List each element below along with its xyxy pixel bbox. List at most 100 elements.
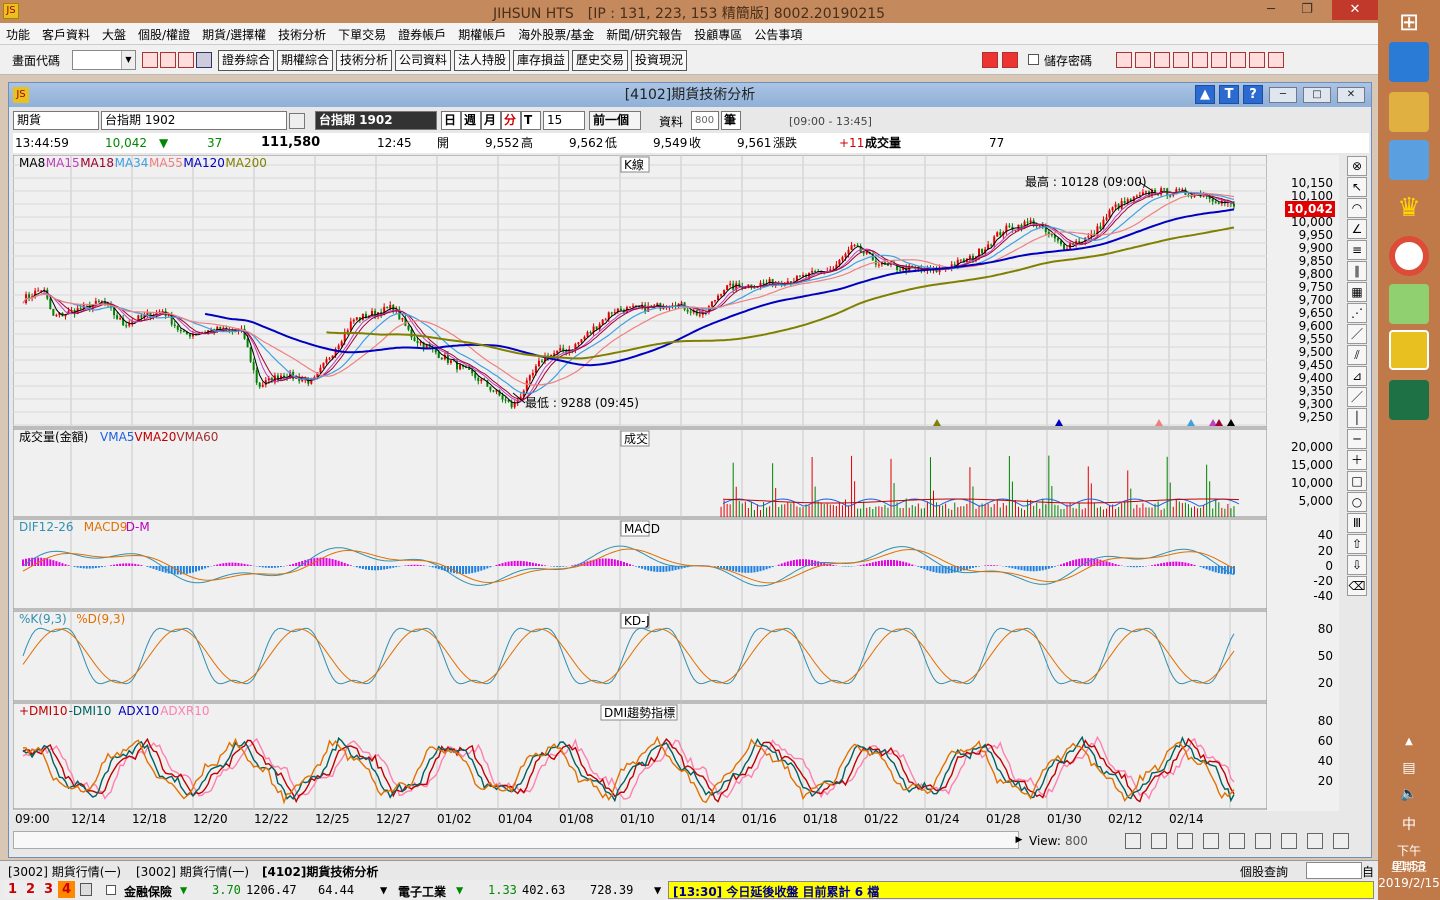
scroll-right-icon[interactable]: ▶	[1013, 831, 1025, 849]
minimize-button[interactable]: ─	[1256, 0, 1286, 20]
folder-icon[interactable]	[160, 52, 176, 68]
menu-item-9[interactable]: 海外股票/基金	[512, 23, 600, 46]
tab-quote-1[interactable]: [3002] 期貨行情(一)	[8, 863, 121, 880]
footer-tool-icon-8[interactable]	[1333, 833, 1349, 849]
interval-select[interactable]: 15	[543, 111, 585, 130]
menu-item-7[interactable]: 證券帳戶	[392, 23, 452, 46]
draw-tool-icon-8[interactable]: ／	[1347, 324, 1367, 344]
draw-tool-icon-20[interactable]: ⌫	[1347, 576, 1367, 596]
menu-item-10[interactable]: 新聞/研究報告	[600, 23, 688, 46]
draw-tool-icon-3[interactable]: ∠	[1347, 219, 1367, 239]
menu-item-0[interactable]: 功能	[0, 23, 36, 46]
menu-item-5[interactable]: 技術分析	[272, 23, 332, 46]
chart-close-button[interactable]: ✕	[1337, 87, 1365, 103]
text-button[interactable]: T	[1219, 85, 1239, 104]
draw-tool-icon-15[interactable]: □	[1347, 471, 1367, 491]
menu-item-6[interactable]: 下單交易	[332, 23, 392, 46]
draw-tool-icon-12[interactable]: │	[1347, 408, 1367, 428]
start-icon[interactable]: ⊞	[1389, 2, 1429, 42]
draw-tool-icon-19[interactable]: ⇩	[1347, 555, 1367, 575]
toolbar-button-3[interactable]: 公司資料	[395, 50, 452, 71]
explorer-icon[interactable]	[1389, 92, 1429, 132]
tool-icon-8[interactable]	[1268, 52, 1284, 68]
footer-tool-icon-3[interactable]	[1203, 833, 1219, 849]
draw-tool-icon-4[interactable]: ≡	[1347, 240, 1367, 260]
ime-indicator[interactable]: 中	[1378, 814, 1440, 834]
period-button-1[interactable]: 週	[461, 111, 481, 130]
paint-icon[interactable]	[1389, 140, 1429, 180]
chrome-icon[interactable]	[1389, 236, 1429, 276]
search-icon[interactable]	[142, 52, 158, 68]
toolbar-button-5[interactable]: 庫存損益	[513, 50, 570, 71]
horizontal-scrollbar[interactable]	[13, 831, 1019, 849]
chevron-down-icon[interactable]: ▼	[121, 51, 135, 69]
draw-tool-icon-11[interactable]: ／	[1347, 387, 1367, 407]
toolbar-button-0[interactable]: 證券綜合	[218, 50, 275, 71]
help-button[interactable]: ?	[1243, 85, 1263, 104]
screen-code-combo[interactable]: ▼	[72, 50, 136, 70]
restore-button[interactable]: ❐	[1292, 0, 1322, 20]
stock-query-input[interactable]	[1306, 862, 1362, 879]
status-checkbox[interactable]	[106, 885, 116, 895]
footer-tool-icon-7[interactable]	[1307, 833, 1323, 849]
draw-tool-icon-13[interactable]: ─	[1347, 429, 1367, 449]
arrow-up-button[interactable]: ▲	[1195, 85, 1215, 104]
news-ticker[interactable]: [13:30] 今日延後收盤 目前累計 6 檔	[668, 881, 1374, 899]
footer-tool-icon-0[interactable]	[1125, 833, 1141, 849]
menu-item-11[interactable]: 投顧專區	[688, 23, 748, 46]
menu-item-2[interactable]: 大盤	[96, 23, 132, 46]
tool-icon-0[interactable]	[1116, 52, 1132, 68]
toolbar-button-7[interactable]: 投資現況	[631, 50, 688, 71]
prev-button[interactable]: 前一個	[589, 111, 641, 130]
toolbar-button-1[interactable]: 期權綜合	[277, 50, 334, 71]
close-button[interactable]: ✕	[1332, 0, 1378, 20]
footer-tool-icon-4[interactable]	[1229, 833, 1245, 849]
period-button-2[interactable]: 月	[481, 111, 501, 130]
tool-icon-5[interactable]	[1211, 52, 1227, 68]
crown-icon[interactable]: ♛	[1389, 188, 1429, 228]
tool-icon-7[interactable]	[1249, 52, 1265, 68]
tool-icon-1[interactable]	[1135, 52, 1151, 68]
save-password-checkbox[interactable]	[1028, 54, 1039, 65]
menu-item-8[interactable]: 期權帳戶	[452, 23, 512, 46]
draw-tool-icon-10[interactable]: ⊿	[1347, 366, 1367, 386]
tool-icon-4[interactable]	[1192, 52, 1208, 68]
ie-icon[interactable]	[1389, 42, 1429, 82]
draw-tool-icon-1[interactable]: ↖	[1347, 177, 1367, 197]
menu-item-4[interactable]: 期貨/選擇權	[196, 23, 272, 46]
tab-technical[interactable]: [4102]期貨技術分析	[262, 863, 378, 880]
back-icon[interactable]	[982, 52, 998, 68]
sector1-dropdown-icon[interactable]: ▼	[380, 883, 387, 897]
tool-icon-3[interactable]	[1173, 52, 1189, 68]
notes-icon[interactable]	[1389, 284, 1429, 324]
forward-icon[interactable]	[1002, 52, 1018, 68]
period-button-0[interactable]: 日	[441, 111, 461, 130]
chart-minimize-button[interactable]: ─	[1269, 87, 1297, 103]
search-icon[interactable]	[289, 113, 305, 129]
draw-tool-icon-7[interactable]: ⋰	[1347, 303, 1367, 323]
draw-tool-icon-16[interactable]: ○	[1347, 492, 1367, 512]
footer-tool-icon-5[interactable]	[1255, 833, 1271, 849]
toolbar-button-4[interactable]: 法人持股	[454, 50, 511, 71]
data-count-input[interactable]: 800	[691, 111, 719, 130]
symbol-input[interactable]: 台指期 1902	[101, 111, 287, 130]
tab-quote-2[interactable]: [3002] 期貨行情(一)	[136, 863, 249, 880]
footer-tool-icon-1[interactable]	[1151, 833, 1167, 849]
toolbar-button-2[interactable]: 技術分析	[336, 50, 393, 71]
draw-tool-icon-2[interactable]: ◠	[1347, 198, 1367, 218]
stock-query-button[interactable]: 自	[1362, 863, 1374, 880]
quick-page-button-3[interactable]: 3	[40, 881, 57, 898]
jihsun-app-icon[interactable]	[1389, 330, 1429, 370]
period-button-4[interactable]: T	[521, 111, 541, 130]
quick-page-button-1[interactable]: 1	[4, 881, 21, 898]
draw-tool-icon-17[interactable]: Ⅲ	[1347, 513, 1367, 533]
footer-tool-icon-6[interactable]	[1281, 833, 1297, 849]
draw-tool-icon-14[interactable]: ＋	[1347, 450, 1367, 470]
menu-item-12[interactable]: 公告事項	[748, 23, 808, 46]
tool-icon-6[interactable]	[1230, 52, 1246, 68]
chart-maximize-button[interactable]: □	[1303, 87, 1331, 103]
draw-tool-icon-6[interactable]: ▦	[1347, 282, 1367, 302]
tool-icon-2[interactable]	[1154, 52, 1170, 68]
sector2-dropdown-icon[interactable]: ▼	[654, 883, 661, 897]
period-button-3[interactable]: 分	[501, 111, 521, 130]
